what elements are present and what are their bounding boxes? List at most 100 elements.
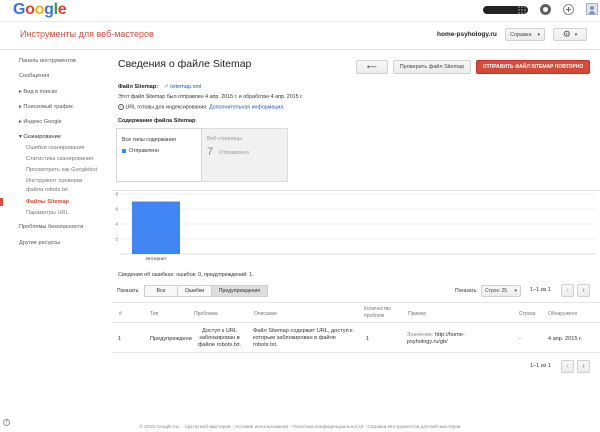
chart-bar[interactable] bbox=[132, 201, 180, 255]
sidebar-item-security-issues[interactable]: Проблемы безопасности bbox=[19, 224, 83, 230]
errors-summary: Сведения об ошибках: ошибок: 0, предупре… bbox=[118, 272, 254, 278]
all-content-types-tab[interactable]: Все типы содержания Отправлено bbox=[116, 128, 202, 182]
share-plus-icon[interactable] bbox=[563, 4, 574, 15]
prev-page-button[interactable]: ‹ bbox=[561, 284, 574, 297]
logo-letter: G bbox=[13, 1, 26, 18]
sidebar-group-search-traffic[interactable]: ▸ Поисковый трафик bbox=[19, 104, 73, 110]
active-indicator bbox=[0, 198, 3, 206]
row-problem: Доступ к URL заблокирован в файле robots… bbox=[197, 328, 242, 348]
table-top-border bbox=[112, 302, 600, 303]
apps-icon[interactable] bbox=[518, 6, 526, 14]
sitemap-file-link[interactable]: /sitemap.xml bbox=[170, 84, 201, 90]
col-problem[interactable]: Проблема bbox=[194, 311, 218, 317]
sidebar-item-robots-tester[interactable]: Инструмент проверки bbox=[26, 178, 82, 184]
test-sitemap-label: Проверить файл Sitemap bbox=[399, 64, 465, 70]
rows-label-text: Строк: bbox=[485, 288, 501, 294]
web-pages-tab[interactable]: Веб-страницы 7 Отправлено bbox=[202, 128, 288, 182]
ready-text: URL готовы для индексирования. bbox=[125, 104, 208, 111]
y-tick-label: 6 bbox=[115, 207, 118, 212]
chevron-left-icon: ‹ bbox=[566, 287, 569, 294]
rows-value: 25 bbox=[501, 288, 507, 294]
help-dropdown[interactable]: Справка ▾ bbox=[505, 28, 545, 41]
col-detected[interactable]: Обнаружено bbox=[548, 311, 577, 317]
y-tick-label: 8 bbox=[115, 192, 118, 197]
row-example: Значение: http://home-psyhology.ru/gb/ bbox=[407, 332, 502, 346]
filter-warnings-button[interactable]: Предупреждения bbox=[211, 285, 268, 297]
next-page-button[interactable]: › bbox=[577, 284, 590, 297]
row-detected: 4 апр. 2015 г. bbox=[548, 336, 582, 342]
webmaster-header: Инструменты для веб-мастеров home-psyhol… bbox=[0, 22, 600, 50]
logo-letter: o bbox=[34, 1, 45, 18]
col-num[interactable]: # bbox=[119, 311, 122, 317]
sitemap-content-heading: Содержание файла Sitemap bbox=[118, 118, 196, 124]
account-avatar[interactable] bbox=[586, 3, 598, 15]
more-info-link[interactable]: Дополнительная информация. bbox=[209, 104, 285, 110]
sidebar-group-google-index[interactable]: ▸ Индекс Google bbox=[19, 119, 62, 125]
filter-errors-button[interactable]: Ошибки bbox=[177, 285, 212, 297]
sidebar-item-crawl-errors[interactable]: Ошибки сканирования bbox=[26, 145, 84, 151]
row-description: Файл Sitemap содержит URL, доступ к кото… bbox=[253, 328, 353, 348]
web-pages-count: 7 bbox=[207, 146, 214, 158]
pager-text: 1–1 из 1 bbox=[530, 287, 551, 293]
filter-all-button[interactable]: Все bbox=[144, 285, 178, 297]
next-page-button-bottom[interactable]: › bbox=[577, 360, 590, 373]
chevron-right-icon: › bbox=[582, 363, 585, 370]
sitemap-file-label: Файл Sitemap: bbox=[118, 84, 159, 90]
sidebar-item-sitemaps[interactable]: Файлы Sitemap bbox=[26, 199, 69, 205]
back-arrow-icon: ⟵ bbox=[366, 64, 378, 71]
chevron-down-icon: ▾ bbox=[574, 31, 578, 38]
x-tick-label: Интернет bbox=[146, 256, 168, 262]
web-pages-title: Веб-страницы bbox=[207, 136, 242, 142]
all-content-types-title: Все типы содержания bbox=[122, 137, 176, 143]
chevron-down-icon: ▾ bbox=[537, 31, 540, 38]
prev-page-button-bottom[interactable]: ‹ bbox=[561, 360, 574, 373]
sitemap-submitted-text: Этот файл Sitemap был отправлен 4 апр. 2… bbox=[118, 94, 303, 100]
chevron-down-icon: ▾ bbox=[514, 288, 517, 294]
pager-text-bottom: 1–1 из 1 bbox=[530, 363, 551, 369]
sidebar-item-crawl-stats[interactable]: Статистика сканирования bbox=[26, 156, 93, 162]
example-label: Значение: bbox=[407, 332, 434, 338]
sidebar-item-robots-tester-line2[interactable]: файла robots.txt bbox=[26, 187, 68, 193]
footer-links[interactable]: © 2015 Google Inc. - Центр веб-мастеров … bbox=[0, 425, 600, 430]
logo-letter: e bbox=[57, 1, 67, 18]
info-icon: i bbox=[118, 104, 124, 110]
sidebar-item-messages[interactable]: Сообщения bbox=[19, 73, 49, 79]
google-logo[interactable]: Google bbox=[13, 1, 67, 19]
back-button[interactable]: ⟵ bbox=[356, 60, 388, 74]
table-bottom-border bbox=[112, 352, 600, 353]
site-selector[interactable]: home-psyhology.ru bbox=[437, 31, 497, 38]
resubmit-sitemap-button[interactable]: ОТПРАВИТЬ ФАЙЛ SITEMAP ПОВТОРНО bbox=[476, 60, 590, 74]
web-pages-submitted-label: Отправлено bbox=[219, 150, 249, 156]
help-label: Справка bbox=[510, 31, 532, 38]
chevron-right-icon: › bbox=[582, 287, 585, 294]
test-sitemap-button[interactable]: Проверить файл Sitemap bbox=[393, 60, 471, 74]
sidebar-item-fetch-as-googlebot[interactable]: Просмотреть как Googlebot bbox=[26, 167, 97, 173]
sidebar-item-other-resources[interactable]: Другие ресурсы bbox=[19, 240, 60, 246]
product-title[interactable]: Инструменты для веб-мастеров bbox=[20, 29, 154, 39]
y-tick-label: 4 bbox=[115, 222, 118, 227]
col-line[interactable]: Строка bbox=[519, 311, 536, 317]
col-example[interactable]: Пример bbox=[408, 311, 426, 317]
notifications-icon[interactable] bbox=[540, 4, 551, 15]
sidebar-item-url-parameters[interactable]: Параметры URL bbox=[26, 210, 69, 216]
y-tick-label: 2 bbox=[115, 237, 118, 242]
col-type[interactable]: Тип bbox=[150, 311, 158, 317]
submitted-legend-swatch bbox=[122, 149, 126, 153]
sitemap-chart: 2 4 6 8 Интернет bbox=[115, 192, 596, 262]
show-label: Показать: bbox=[117, 288, 140, 294]
row-type: Предупреждение bbox=[150, 336, 192, 342]
submitted-legend-label: Отправлено bbox=[129, 148, 159, 154]
row-num: 1 bbox=[118, 336, 122, 342]
external-link-icon[interactable]: ↗ bbox=[164, 84, 169, 90]
col-count[interactable]: Количество проблем bbox=[364, 306, 394, 320]
logo-letter: o bbox=[25, 1, 35, 18]
sidebar-group-search-appearance[interactable]: ▸ Вид в поиске bbox=[19, 89, 57, 95]
table-header-border bbox=[112, 322, 600, 323]
sitemap-ready-row: i URL готовы для индексирования. Дополни… bbox=[118, 104, 285, 110]
settings-button[interactable]: ⚙ ▾ bbox=[553, 28, 587, 41]
rows-per-page-select[interactable]: Строк: 25 ▾ bbox=[481, 285, 521, 297]
col-description[interactable]: Описание bbox=[254, 311, 277, 317]
sidebar-item-dashboard[interactable]: Панель инструментов bbox=[19, 58, 76, 64]
sidebar-group-crawl[interactable]: ▾ Сканирование bbox=[19, 134, 61, 140]
gear-icon: ⚙ bbox=[562, 29, 571, 39]
